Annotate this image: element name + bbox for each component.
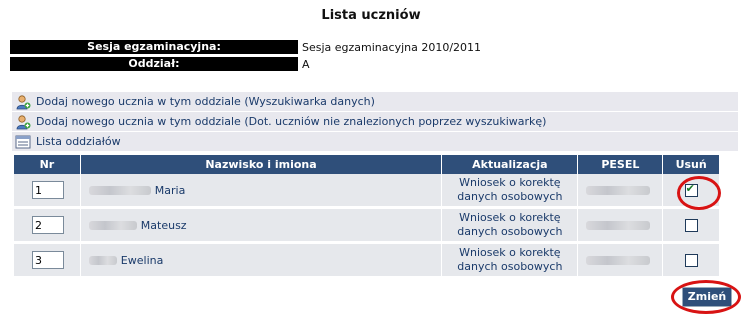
session-label: Sesja egzaminacyjna:: [10, 40, 298, 54]
student-first-name: Maria: [154, 183, 186, 197]
header-name: Nazwisko i imiona: [80, 155, 443, 174]
class-value: A: [302, 57, 310, 71]
table-row: Mateusz Wniosek o korektędanych osobowyc…: [14, 207, 720, 244]
page-title: Lista uczniów: [321, 8, 421, 23]
correction-request-link[interactable]: Wniosek o korektę danych osobowych: [441, 207, 579, 244]
delete-checkbox[interactable]: [684, 253, 698, 267]
student-first-name: Ewelina: [120, 253, 164, 267]
delete-checkbox[interactable]: [684, 218, 698, 232]
add-student-search-link[interactable]: Dodaj nowego ucznia w tym oddziale (Wysz…: [12, 92, 738, 111]
correction-request-link[interactable]: Wniosek o korektę danych osobowych: [441, 174, 579, 209]
add-user-icon: [14, 94, 32, 110]
add-student-search-label: Dodaj nowego ucznia w tym oddziale (Wysz…: [36, 95, 375, 108]
nr-input[interactable]: [32, 216, 64, 234]
class-list-link[interactable]: Lista oddziałów: [12, 132, 738, 151]
header-nr: Nr: [14, 155, 81, 174]
table-header-row: Nr Nazwisko i imiona Aktualizacja PESEL …: [14, 155, 720, 174]
info-row-session: Sesja egzaminacyjna: Sesja egzaminacyjna…: [10, 40, 481, 54]
class-list-label: Lista oddziałów: [36, 135, 121, 148]
nr-input[interactable]: [32, 251, 64, 269]
list-icon: [14, 134, 32, 150]
student-first-name: Mateusz: [140, 218, 187, 232]
actions-list: Dodaj nowego ucznia w tym oddziale (Wysz…: [12, 92, 738, 152]
header-pesel: PESEL: [577, 155, 664, 174]
redacted-surname: [88, 186, 151, 195]
correction-request-link[interactable]: Wniosek o korektę danych osobowych: [441, 242, 579, 279]
students-table: Nr Nazwisko i imiona Aktualizacja PESEL …: [14, 155, 720, 279]
add-user-icon: [14, 114, 32, 130]
header-delete: Usuń: [662, 155, 720, 174]
table-row: Ewelina Wniosek o korektędanych osobowyc…: [14, 242, 720, 279]
class-label: Oddział:: [10, 57, 298, 71]
table-row: Maria Wniosek o korektędanych osobowych: [14, 174, 720, 209]
session-value: Sesja egzaminacyjna 2010/2011: [302, 40, 482, 54]
highlight-ring-button: [671, 280, 741, 314]
redacted-surname: [88, 221, 137, 230]
info-row-class: Oddział: A: [10, 57, 310, 71]
nr-input[interactable]: [32, 181, 64, 199]
highlight-ring-checkbox: [677, 176, 721, 210]
add-student-notfound-label: Dodaj nowego ucznia w tym oddziale (Dot.…: [36, 115, 547, 128]
redacted-pesel: [586, 186, 651, 195]
add-student-notfound-link[interactable]: Dodaj nowego ucznia w tym oddziale (Dot.…: [12, 112, 738, 131]
redacted-surname: [88, 256, 117, 265]
redacted-pesel: [586, 221, 651, 230]
redacted-pesel: [586, 256, 651, 265]
header-update: Aktualizacja: [441, 155, 579, 174]
